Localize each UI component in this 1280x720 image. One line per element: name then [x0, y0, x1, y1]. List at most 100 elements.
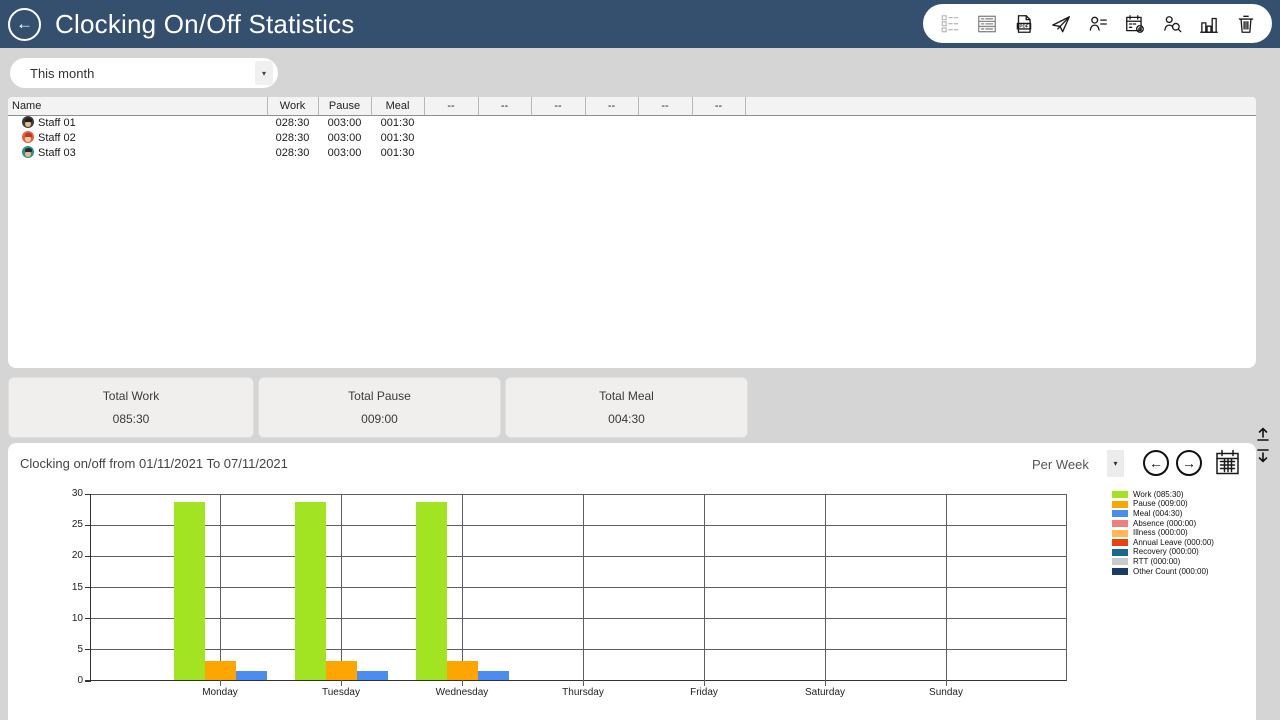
column-header-filler: [745, 97, 1256, 115]
total-work-value: 085:30: [9, 412, 253, 426]
total-meal-label: Total Meal: [506, 389, 747, 403]
table-cell: 001:30: [371, 130, 424, 145]
staff-table: NameWorkPauseMeal------------ Staff 0102…: [8, 97, 1256, 160]
staff-name: Staff 02: [38, 132, 76, 144]
legend-label: Meal (004:30): [1133, 510, 1182, 518]
table-cell: [692, 130, 745, 145]
bar-pause-monday: [205, 661, 236, 680]
legend-swatch: [1112, 558, 1128, 565]
back-button[interactable]: ←: [8, 8, 41, 41]
legend-label: Recovery (000:00): [1133, 548, 1199, 556]
previous-period-button[interactable]: ←: [1143, 450, 1169, 476]
table-row[interactable]: Staff 01028:30003:00001:30: [8, 115, 1256, 130]
bar-meal-tuesday: [357, 671, 388, 680]
filter-bar: This month ▾ lundi 1 novembre 2021 mardi…: [0, 48, 1280, 97]
bar-pause-tuesday: [326, 661, 357, 680]
total-pause-label: Total Pause: [259, 389, 500, 403]
total-pause-value: 009:00: [259, 412, 500, 426]
period-select-value: This month: [30, 66, 94, 81]
column-header[interactable]: Work: [267, 97, 318, 115]
bar-meal-wednesday: [478, 671, 509, 680]
legend-swatch: [1112, 549, 1128, 556]
column-header[interactable]: --: [478, 97, 531, 115]
y-axis-label: 5: [53, 645, 83, 655]
table-cell: [531, 115, 585, 130]
summary-table-icon[interactable]: [975, 12, 998, 35]
legend-item: Absence (000:00): [1112, 519, 1214, 529]
column-header[interactable]: Meal: [371, 97, 424, 115]
legend-item: RTT (000:00): [1112, 557, 1214, 567]
table-cell: [478, 145, 531, 160]
bar-work-monday: [174, 502, 205, 680]
staff-search-icon[interactable]: [1160, 12, 1183, 35]
collapse-up-icon[interactable]: [1253, 427, 1273, 445]
table-cell: [424, 130, 478, 145]
staff-list-icon[interactable]: [1086, 12, 1109, 35]
period-select[interactable]: This month ▾: [10, 58, 278, 88]
legend-item: Other Count (000:00): [1112, 567, 1214, 577]
schedule-settings-icon[interactable]: [1123, 12, 1146, 35]
column-header[interactable]: --: [531, 97, 585, 115]
bar-work-tuesday: [295, 502, 326, 680]
staff-table-panel: NameWorkPauseMeal------------ Staff 0102…: [8, 97, 1256, 368]
arrow-left-icon: ←: [1149, 455, 1163, 471]
table-cell: [424, 145, 478, 160]
legend-swatch: [1112, 501, 1128, 508]
legend-label: Other Count (000:00): [1133, 568, 1209, 576]
statistics-chart-icon[interactable]: [1197, 12, 1220, 35]
chevron-down-icon: ▾: [255, 61, 273, 85]
total-work-label: Total Work: [9, 389, 253, 403]
legend-item: Work (085:30): [1112, 490, 1214, 500]
avatar: [22, 116, 34, 128]
legend-swatch: [1112, 491, 1128, 498]
delete-icon[interactable]: [1234, 12, 1257, 35]
detailed-list-icon[interactable]: [938, 12, 961, 35]
chart-title: Clocking on/off from 01/11/2021 To 07/11…: [20, 456, 288, 471]
legend-item: Pause (009:00): [1112, 500, 1214, 510]
legend-label: Pause (009:00): [1133, 500, 1188, 508]
table-cell: 028:30: [267, 130, 318, 145]
pdf-export-icon[interactable]: PDF: [1012, 12, 1035, 35]
legend-swatch: [1112, 510, 1128, 517]
next-period-button[interactable]: →: [1176, 450, 1202, 476]
table-row[interactable]: Staff 02 028:30003:00001:30: [8, 130, 1256, 145]
legend-swatch: [1112, 530, 1128, 537]
y-axis-label: 25: [53, 520, 83, 530]
x-axis-label: Wednesday: [417, 687, 507, 698]
table-row[interactable]: Staff 03028:30003:00001:30: [8, 145, 1256, 160]
column-header[interactable]: Pause: [318, 97, 371, 115]
page-title: Clocking On/Off Statistics: [55, 9, 355, 40]
table-cell: 003:00: [318, 130, 371, 145]
x-axis-label: Saturday: [780, 687, 870, 698]
legend-swatch: [1112, 568, 1128, 575]
toolbar: PDF: [923, 4, 1272, 43]
column-header[interactable]: --: [638, 97, 692, 115]
chart-period-select[interactable]: ▾: [1107, 450, 1124, 477]
column-header[interactable]: --: [424, 97, 478, 115]
send-report-icon[interactable]: [1049, 12, 1072, 35]
table-cell: [692, 115, 745, 130]
legend-swatch: [1112, 520, 1128, 527]
legend-label: Work (085:30): [1133, 491, 1184, 499]
table-cell: [585, 130, 638, 145]
expand-down-icon[interactable]: [1253, 447, 1273, 465]
table-cell: [638, 130, 692, 145]
column-header[interactable]: --: [585, 97, 638, 115]
staff-name: Staff 01: [38, 117, 76, 129]
chart-legend: Work (085:30)Pause (009:00) Meal (004:30)…: [1112, 490, 1214, 576]
column-header[interactable]: Name: [8, 97, 267, 115]
y-axis-label: 10: [53, 614, 83, 624]
x-axis-label: Sunday: [901, 687, 991, 698]
table-cell: [585, 115, 638, 130]
bar-work-wednesday: [416, 502, 447, 680]
legend-label: RTT (000:00): [1133, 558, 1180, 566]
table-cell: [531, 145, 585, 160]
y-axis-label: 0: [53, 676, 83, 686]
legend-swatch: [1112, 539, 1128, 546]
column-header[interactable]: --: [692, 97, 745, 115]
legend-item: Meal (004:30): [1112, 509, 1214, 519]
chart-calendar-icon[interactable]: [1214, 448, 1241, 477]
x-axis-label: Tuesday: [296, 687, 386, 698]
back-arrow-icon: ←: [16, 15, 33, 32]
avatar: [22, 131, 34, 143]
